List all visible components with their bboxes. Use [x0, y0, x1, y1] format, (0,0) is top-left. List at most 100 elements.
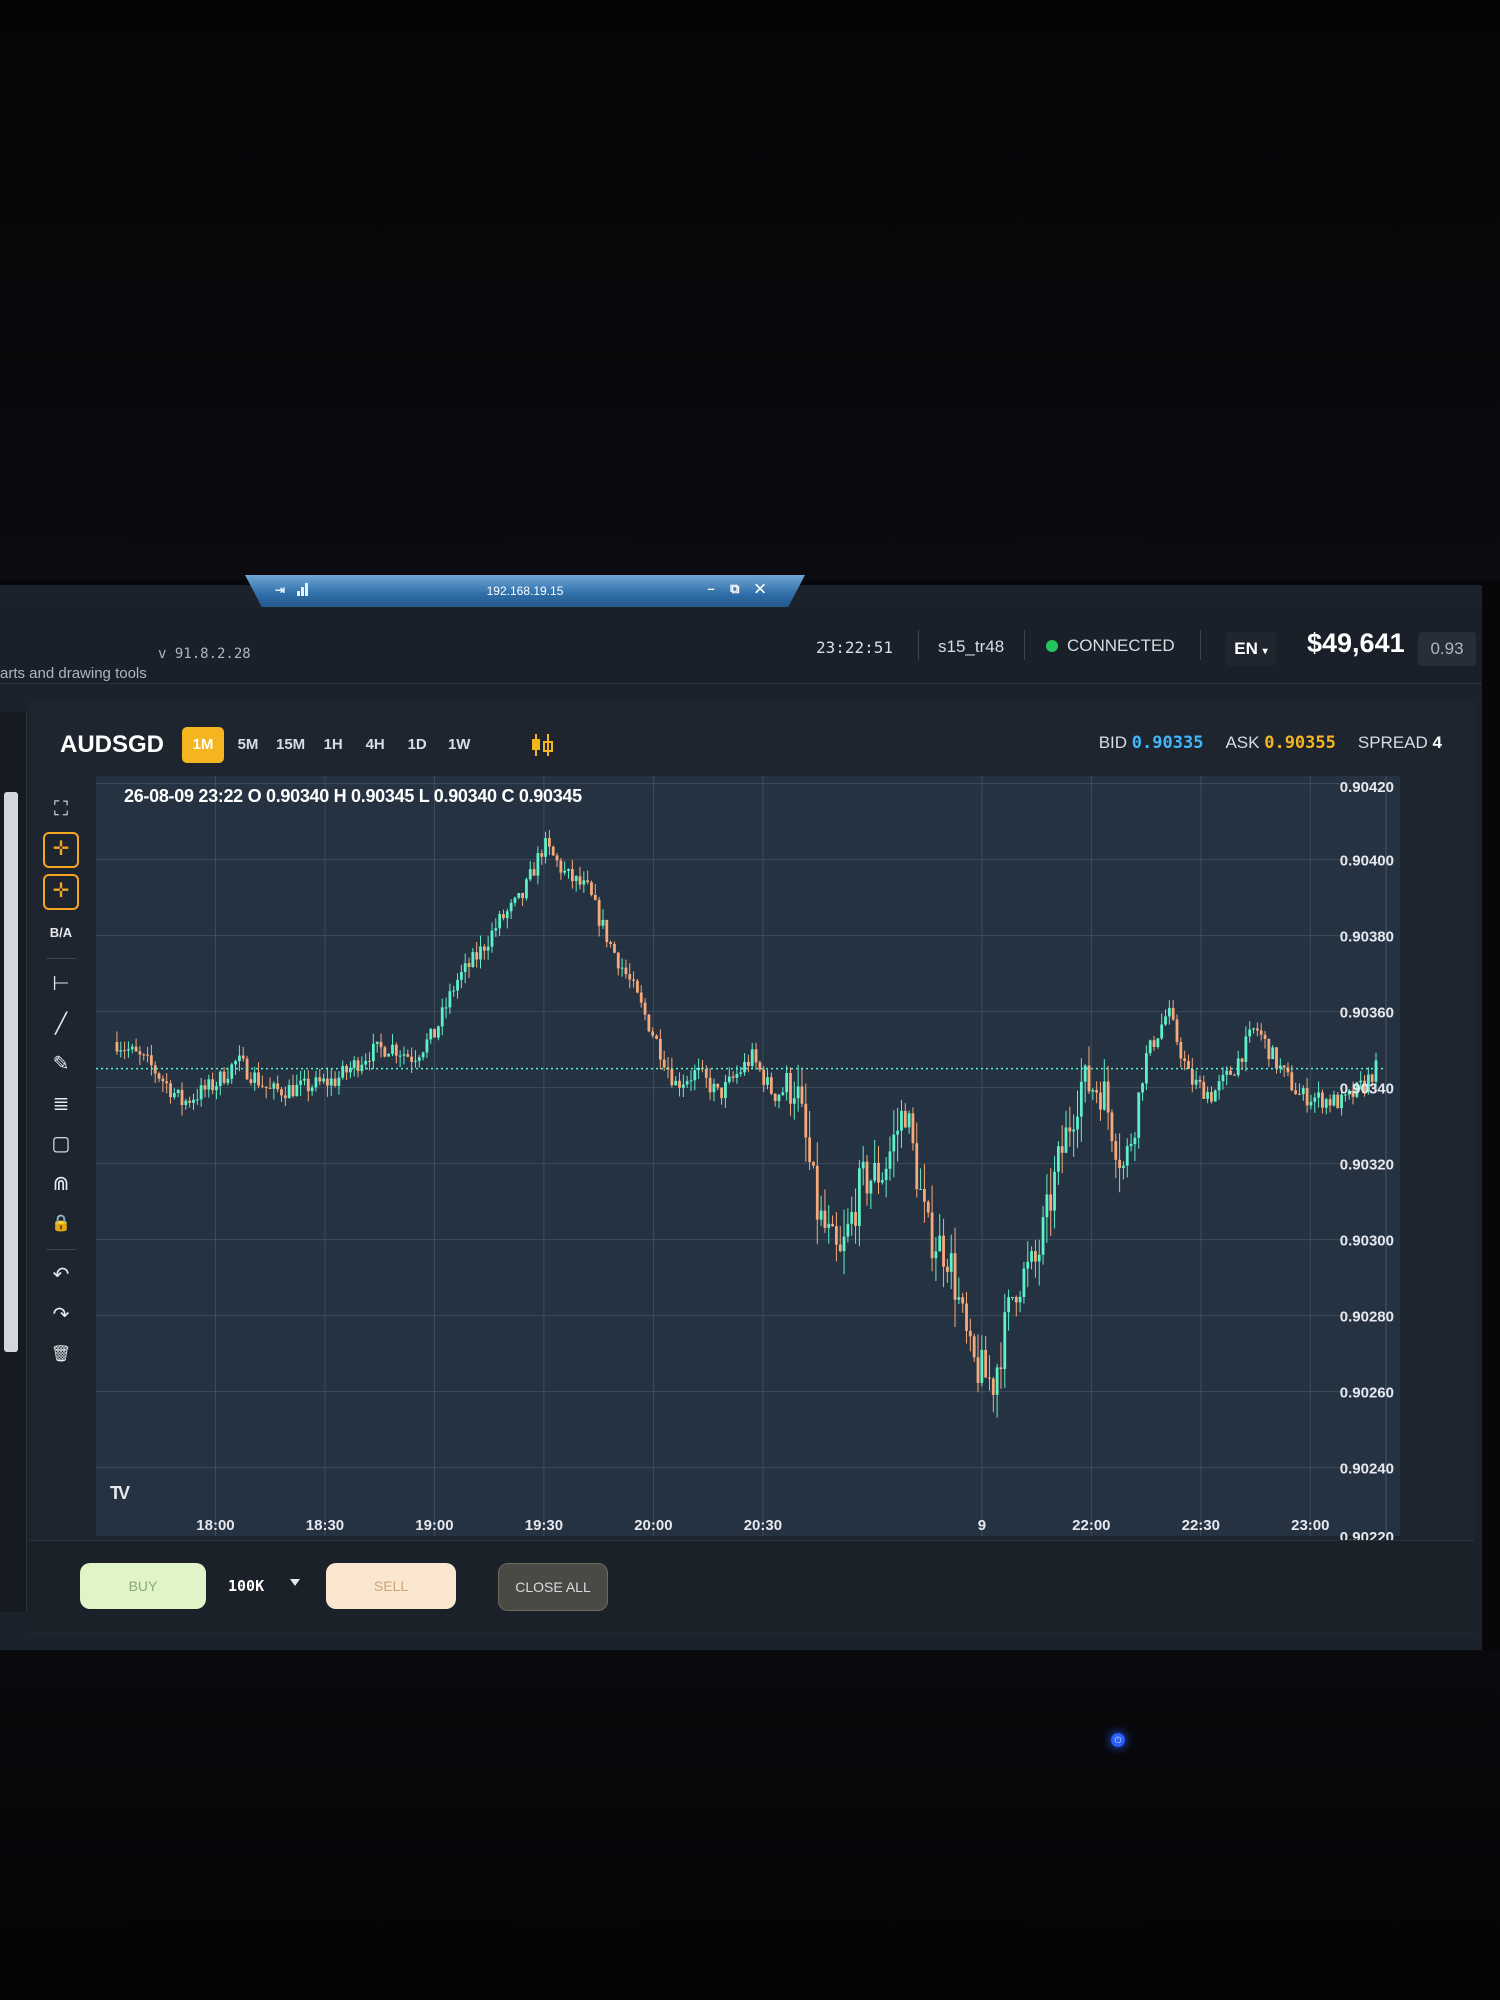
candle-body	[452, 990, 456, 992]
timeframe-1d[interactable]: 1D	[399, 727, 435, 763]
candle-body	[1233, 1074, 1236, 1076]
header-divider	[918, 630, 919, 660]
ask-price: 0.90355	[1264, 733, 1336, 753]
candle-body	[819, 1210, 823, 1220]
candle-body	[639, 992, 643, 1003]
candle-body	[1282, 1065, 1286, 1068]
price-chart[interactable]: 0.90420 0.90400 0.90380 0.90360 0.90340 0.903…	[96, 776, 1420, 1546]
candle-body	[1106, 1081, 1110, 1113]
candle-body	[287, 1085, 291, 1099]
x-tick-label: 18:00	[196, 1517, 234, 1534]
candle-body	[949, 1253, 953, 1272]
candle-body	[218, 1071, 222, 1087]
candle-body	[991, 1378, 995, 1395]
candle-body	[479, 946, 482, 960]
candle-body	[433, 1028, 436, 1038]
candlestick-type-icon[interactable]	[527, 730, 557, 760]
candle-body	[1210, 1092, 1213, 1102]
candle-body	[253, 1072, 257, 1083]
candle-body	[919, 1188, 922, 1190]
candle-body	[1129, 1144, 1133, 1147]
language-select[interactable]: EN ▾	[1226, 632, 1276, 666]
candle-body	[234, 1061, 237, 1065]
toolbar-divider	[46, 958, 76, 959]
candle-body	[268, 1087, 272, 1089]
candle-body	[1099, 1092, 1102, 1110]
candle-body	[582, 880, 586, 885]
buy-button[interactable]: BUY	[80, 1563, 206, 1609]
server-clock: 23:22:51	[816, 638, 894, 657]
room-background-bottom	[0, 1650, 1500, 2000]
crosshair-alt-icon[interactable]: ✛	[43, 874, 79, 910]
candle-body	[299, 1080, 303, 1085]
candle-body	[1122, 1165, 1125, 1168]
candle-body	[314, 1077, 318, 1088]
candle-body	[341, 1066, 345, 1078]
timeframe-1w[interactable]: 1W	[441, 727, 477, 763]
candle-body	[398, 1055, 402, 1057]
candle-body	[555, 855, 559, 861]
undo-icon[interactable]: ↶	[44, 1258, 78, 1292]
candle-body	[1133, 1137, 1137, 1145]
candle-body	[184, 1100, 188, 1106]
candle-body	[567, 868, 570, 871]
timeframe-1m[interactable]: 1M	[182, 727, 224, 763]
rectangle-icon[interactable]: ▢	[44, 1127, 78, 1161]
fibonacci-icon[interactable]: ≣	[44, 1087, 78, 1121]
crosshair-icon[interactable]: ✛	[43, 832, 79, 868]
bid-ask-toggle[interactable]: B/A	[44, 916, 78, 950]
candle-body	[838, 1244, 842, 1252]
timeframe-4h[interactable]: 4H	[357, 727, 393, 763]
window-controls[interactable]: – ⧉ ✕	[707, 581, 771, 597]
candle-body	[835, 1226, 838, 1245]
trash-icon[interactable]: 🗑	[44, 1338, 78, 1372]
candle-body	[383, 1047, 387, 1057]
candle-body	[976, 1357, 980, 1383]
candle-body	[903, 1110, 907, 1128]
candle-body	[1164, 1016, 1167, 1025]
pencil-icon[interactable]: ✎	[44, 1047, 78, 1081]
x-tick-label: 19:30	[525, 1517, 563, 1534]
chevron-down-icon[interactable]	[290, 1579, 300, 1586]
candle-body	[119, 1050, 123, 1052]
candle-body	[1056, 1146, 1060, 1172]
scrollbar-thumb[interactable]	[4, 792, 18, 1352]
timeframe-1h[interactable]: 1H	[315, 727, 351, 763]
candle-body	[754, 1049, 758, 1063]
candle-body	[1221, 1074, 1225, 1082]
drawing-toolbar: ⛶ ✛ ✛ B/A ⊢ ╱ ✎ ≣ ▢ ⋒ 🔒 ↶ ↷ 🗑	[41, 792, 81, 1378]
timeframe-5m[interactable]: 5M	[230, 727, 266, 763]
candle-body	[521, 892, 525, 899]
candle-body	[961, 1297, 965, 1304]
magnet-icon[interactable]: ⋒	[44, 1167, 78, 1201]
candle-body	[1305, 1088, 1309, 1106]
candle-body	[708, 1077, 712, 1093]
candle-body	[180, 1089, 184, 1106]
sell-button[interactable]: SELL	[326, 1563, 456, 1609]
candle-body	[1034, 1251, 1037, 1262]
candle-body	[574, 876, 578, 882]
lot-size-select[interactable]: 100K	[228, 1577, 264, 1595]
close-all-button[interactable]: CLOSE ALL	[498, 1563, 608, 1611]
horizontal-line-icon[interactable]: ⊢	[44, 967, 78, 1001]
ask-label: ASK	[1225, 733, 1260, 752]
fullscreen-icon[interactable]: ⛶	[44, 792, 78, 826]
redo-icon[interactable]: ↷	[44, 1298, 78, 1332]
candle-body	[1156, 1038, 1160, 1047]
candle-body	[1175, 1019, 1179, 1042]
candle-body	[1110, 1112, 1114, 1142]
spread-quote: SPREAD 4	[1358, 733, 1442, 753]
trendline-icon[interactable]: ╱	[44, 1007, 78, 1041]
candle-body	[658, 1038, 662, 1060]
candle-body	[551, 846, 555, 856]
chart-svg[interactable]: 0.90420 0.90400 0.90380 0.90360 0.90340 0.903…	[96, 776, 1420, 1546]
candle-body	[934, 1251, 938, 1259]
chart-plot-area	[96, 776, 1400, 1536]
candle-body	[1313, 1097, 1317, 1102]
candle-body	[352, 1060, 356, 1068]
remote-desktop-bar[interactable]: ⇥ 192.168.19.15 – ⧉ ✕	[245, 575, 805, 607]
candle-body	[540, 853, 544, 857]
candle-body	[379, 1041, 383, 1048]
lock-icon[interactable]: 🔒	[44, 1207, 78, 1241]
timeframe-15m[interactable]: 15M	[272, 727, 309, 763]
